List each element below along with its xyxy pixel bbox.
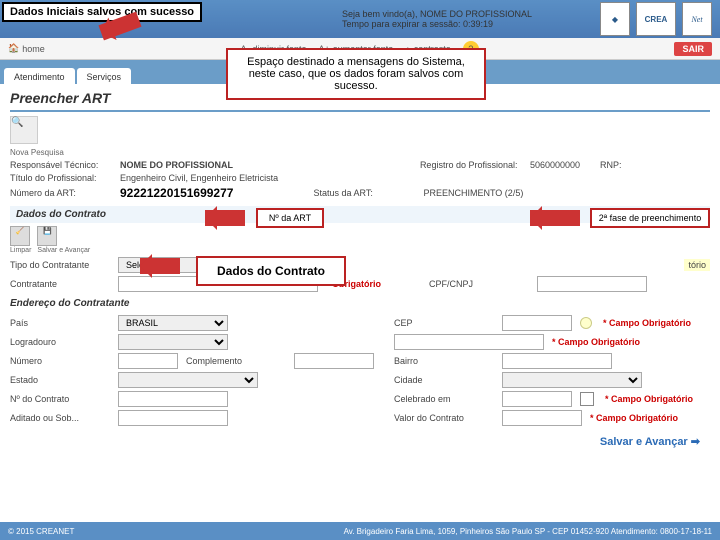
cpfcnpj-input[interactable] [537,276,647,292]
status-label: Status da ART: [313,188,423,198]
cidade-select[interactable] [502,372,642,388]
aditado-input[interactable] [118,410,228,426]
logradouro-label: Logradouro [10,337,110,347]
resp-label: Responsável Técnico: [10,160,120,170]
cidade-label: Cidade [394,375,494,385]
status-value: PREENCHIMENTO (2/5) [423,188,523,198]
crea-logo: CREA [636,2,676,36]
tab-servicos[interactable]: Serviços [77,68,132,84]
rnp-label: RNP: [600,160,710,170]
footer-address: Av. Brigadeiro Faria Lima, 1059, Pinheir… [344,527,712,536]
logradouro-input[interactable] [394,334,544,350]
pais-label: País [10,318,110,328]
valor-input[interactable] [502,410,582,426]
valor-label: Valor do Contrato [394,413,494,423]
art-number: 92221220151699277 [120,186,233,200]
nova-pesquisa-label: Nova Pesquisa [10,148,710,157]
numero-input[interactable] [118,353,178,369]
pais-select[interactable]: BRASIL [118,315,228,331]
arrow-icon [140,258,180,274]
bairro-label: Bairro [394,356,494,366]
salvar-avancar-link[interactable]: Salvar e Avançar ➡ [600,435,700,448]
titulo-label: Título do Profissional: [10,173,120,183]
celebrado-label: Celebrado em [394,394,494,404]
titulo-value: Engenheiro Civil, Engenheiro Eletricista [120,173,278,183]
nova-pesquisa-icon[interactable]: 🔍 [10,116,38,144]
resp-value: NOME DO PROFISSIONAL [120,160,233,170]
exit-button[interactable]: SAIR [674,42,712,56]
annotation-fase: 2ª fase de preenchimento [590,208,710,228]
tab-atendimento[interactable]: Atendimento [4,68,75,84]
calendar-icon[interactable] [580,392,594,406]
net-logo: Net [682,2,712,36]
aditado-label: Aditado ou Sob... [10,413,110,423]
cpfcnpj-label: CPF/CNPJ [429,279,529,289]
estado-label: Estado [10,375,110,385]
estado-select[interactable] [118,372,258,388]
annotation-art: Nº da ART [256,208,324,228]
complemento-input[interactable] [294,353,374,369]
arrow-icon [205,210,245,226]
welcome-text: Seja bem vindo(a), NOME DO PROFISSIONAL … [342,9,532,29]
logradouro-select[interactable] [118,334,228,350]
tooltip-torio: tório [684,259,710,271]
ncontrato-label: Nº do Contrato [10,394,110,404]
footer: © 2015 CREANET Av. Brigadeiro Faria Lima… [0,522,720,540]
contratante-label: Contratante [10,279,110,289]
cep-label: CEP [394,318,494,328]
cep-input[interactable] [502,315,572,331]
ncontrato-input[interactable] [118,391,228,407]
numero-label: Número [10,356,110,366]
salvar-avancar-button[interactable]: 💾Salvar e Avançar [37,226,90,254]
arrow-icon [530,210,580,226]
reg-value: 5060000000 [530,160,580,170]
search-cep-icon[interactable] [580,317,592,329]
annotation-main: Espaço destinado a mensagens do Sistema,… [226,48,486,100]
footer-copy: © 2015 CREANET [8,527,74,536]
endereco-header: Endereço do Contratante [10,298,710,309]
complemento-label: Complemento [186,356,286,366]
bairro-input[interactable] [502,353,612,369]
art-label: Número da ART: [10,188,120,198]
limpar-button[interactable]: 🧹Limpar [10,226,31,254]
reg-label: Registro do Profissional: [420,160,530,170]
home-link[interactable]: 🏠 home [8,43,45,54]
noart-logo: ◆ [600,2,630,36]
annotation-contrato: Dados do Contrato [196,256,346,286]
celebrado-input[interactable] [502,391,572,407]
tipo-contratante-label: Tipo do Contratante [10,260,110,270]
